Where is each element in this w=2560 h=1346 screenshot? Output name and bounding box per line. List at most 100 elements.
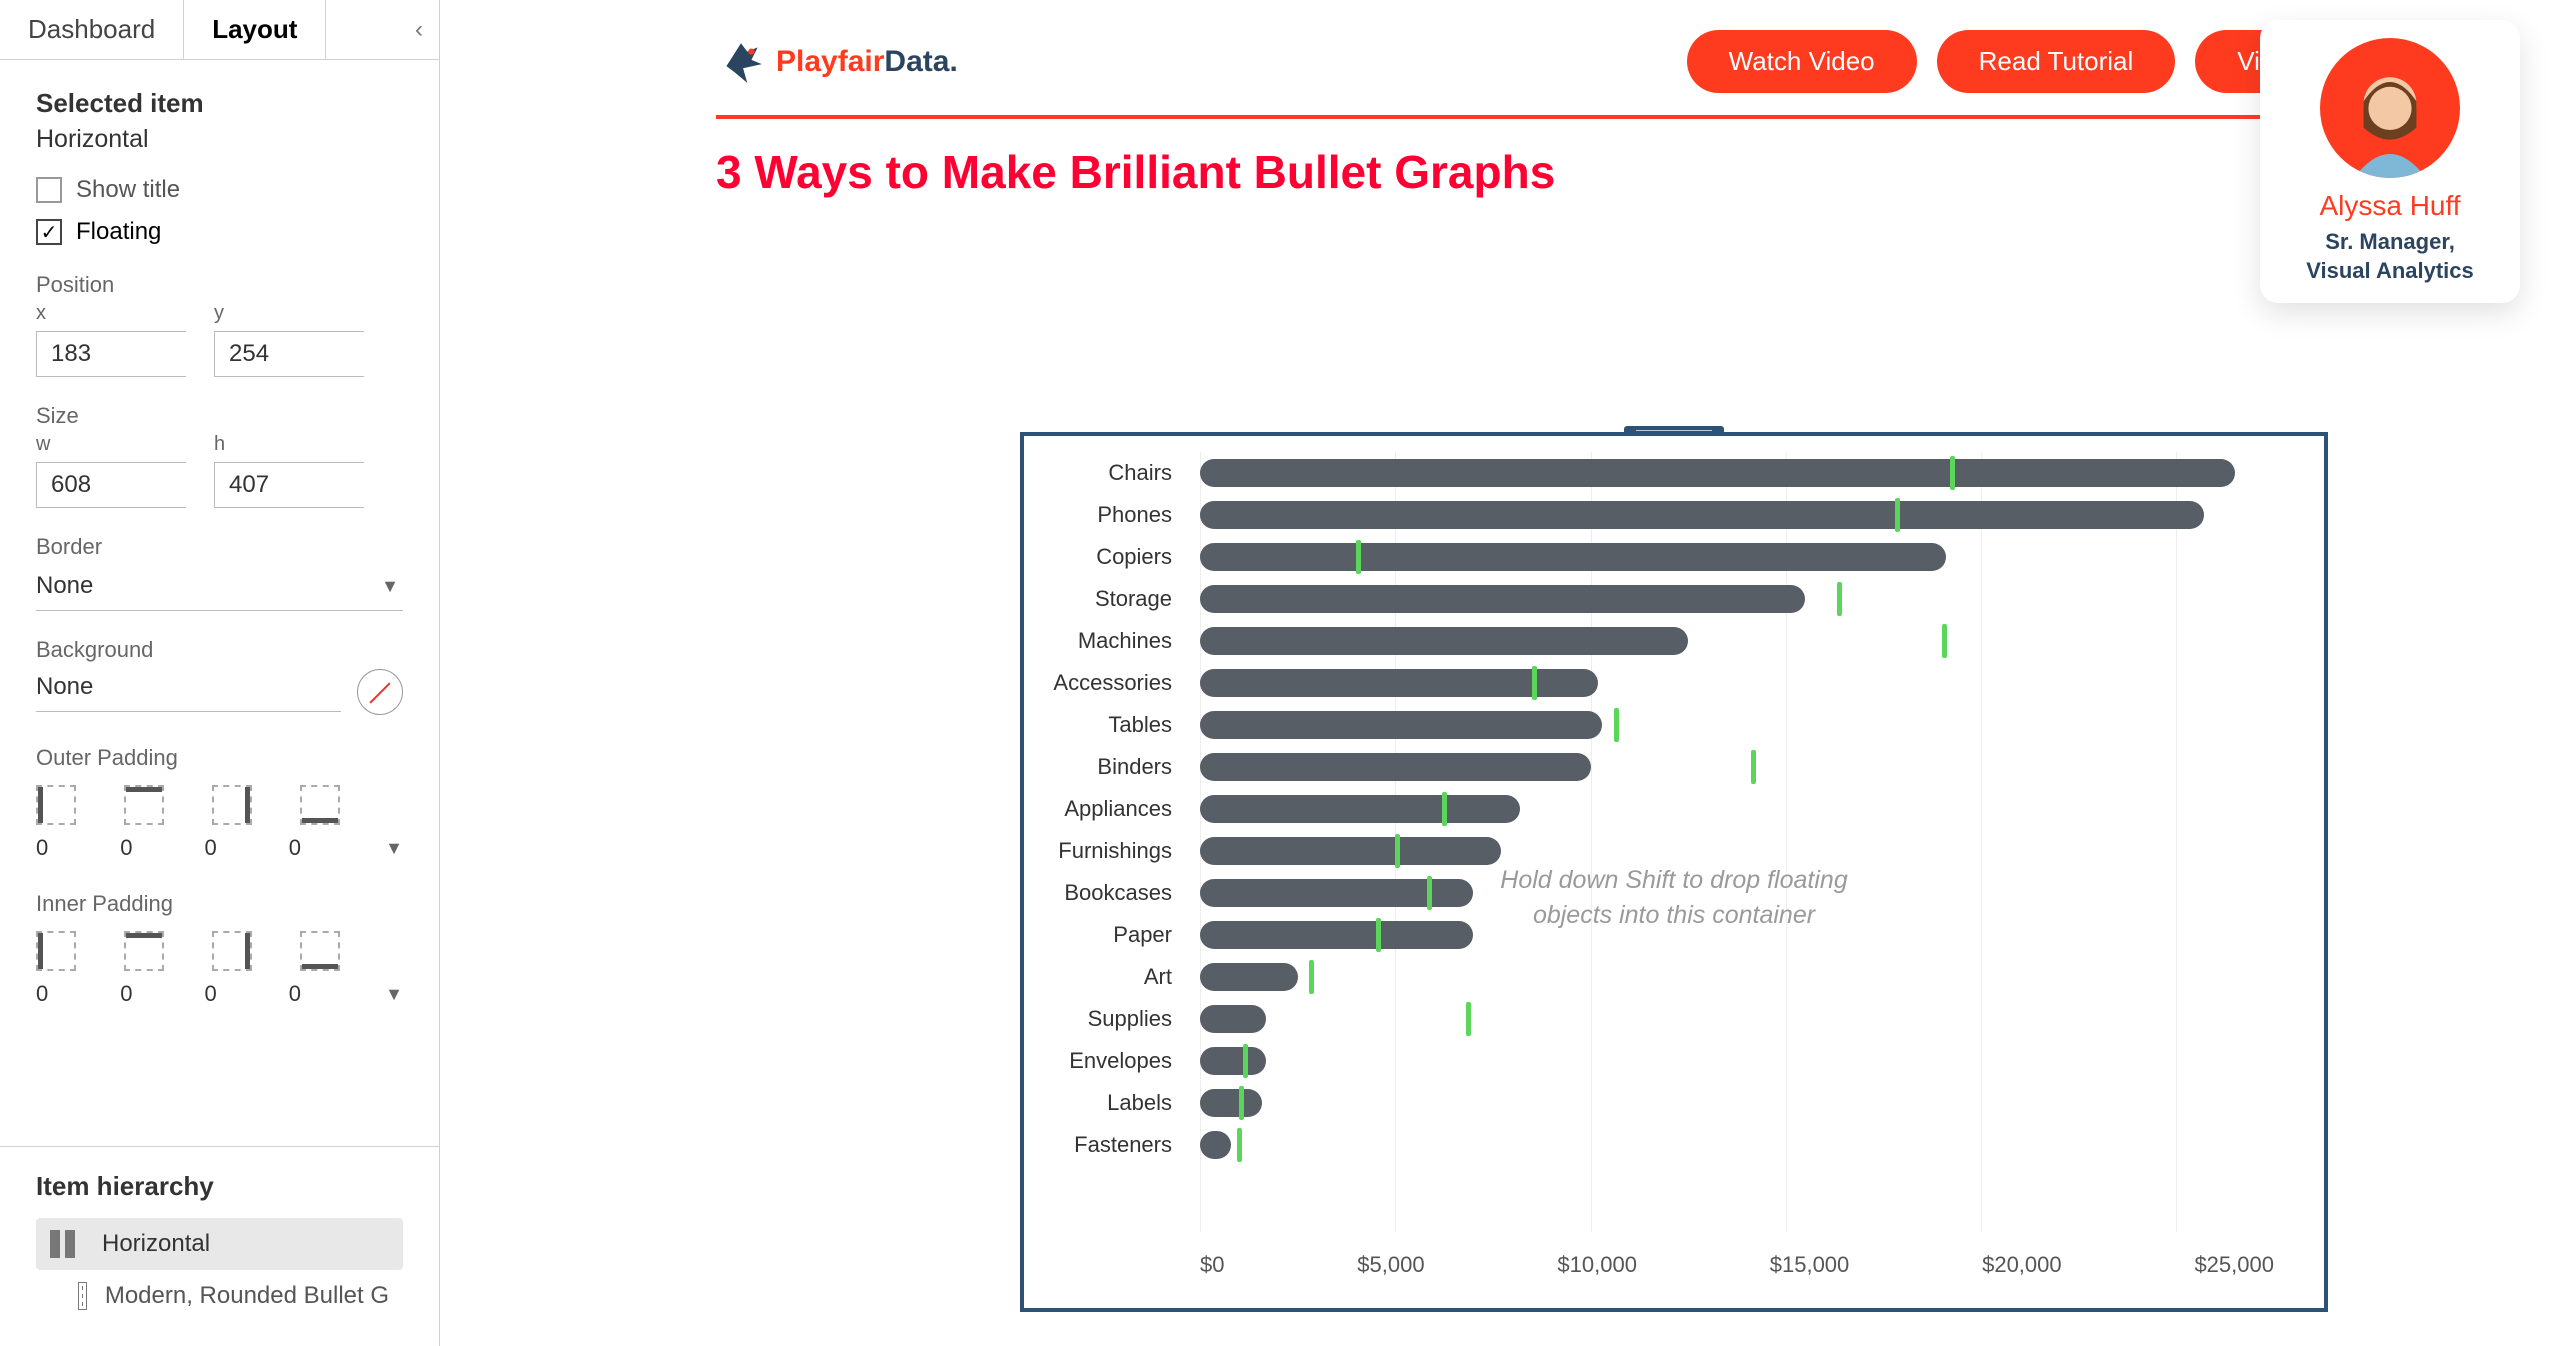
floating-container[interactable]: ✕ ▼ ChairsPhonesCopiersStorageMachinesAc… <box>1020 432 2328 1312</box>
target-marker <box>1243 1044 1248 1078</box>
chevron-down-icon: ▼ <box>381 576 399 597</box>
chart-row: Phones <box>1050 494 2274 536</box>
bar-track <box>1200 914 2274 956</box>
pad-top-icon[interactable] <box>124 785 164 825</box>
horizontal-container-icon <box>50 1230 84 1258</box>
actual-bar <box>1200 1005 1266 1033</box>
inner-padding-values[interactable]: 0 0 0 0 ▼ <box>36 981 403 1007</box>
category-label: Machines <box>1050 628 1200 654</box>
author-avatar <box>2320 38 2460 178</box>
target-marker <box>1751 750 1756 784</box>
target-marker <box>1309 960 1314 994</box>
hierarchy-item-label: Modern, Rounded Bullet G <box>105 1282 389 1310</box>
pad-val: 0 <box>289 981 301 1007</box>
pad-bottom-icon[interactable] <box>300 785 340 825</box>
pad-right-icon[interactable] <box>212 785 252 825</box>
chevron-down-icon: ▼ <box>385 838 403 859</box>
outer-padding-values[interactable]: 0 0 0 0 ▼ <box>36 835 403 861</box>
pad-left-icon[interactable] <box>36 785 76 825</box>
pad-top-icon[interactable] <box>124 931 164 971</box>
tab-dashboard[interactable]: Dashboard <box>0 0 184 60</box>
axis-tick: $0 <box>1200 1252 1224 1278</box>
worksheet-icon <box>78 1282 87 1310</box>
pad-left-icon[interactable] <box>36 931 76 971</box>
size-label: Size <box>36 403 403 429</box>
axis-tick: $5,000 <box>1357 1252 1424 1278</box>
actual-bar <box>1200 627 1688 655</box>
target-marker <box>1837 582 1842 616</box>
show-title-checkbox[interactable]: Show title <box>36 176 403 204</box>
floating-checkbox[interactable]: ✓ Floating <box>36 218 403 246</box>
category-label: Appliances <box>1050 796 1200 822</box>
axis-tick: $15,000 <box>1770 1252 1850 1278</box>
category-label: Chairs <box>1050 460 1200 486</box>
background-label: Background <box>36 637 403 663</box>
chart-row: Paper <box>1050 914 2274 956</box>
actual-bar <box>1200 921 1473 949</box>
outer-padding-label: Outer Padding <box>36 745 403 771</box>
bar-track <box>1200 788 2274 830</box>
pad-val: 0 <box>205 835 217 861</box>
category-label: Supplies <box>1050 1006 1200 1032</box>
watch-video-button[interactable]: Watch Video <box>1687 30 1917 93</box>
author-card: Alyssa Huff Sr. Manager,Visual Analytics <box>2260 20 2520 303</box>
chart-row: Appliances <box>1050 788 2274 830</box>
inner-padding-label: Inner Padding <box>36 891 403 917</box>
checkbox-icon: ✓ <box>36 219 62 245</box>
position-x-input[interactable]: ▲▼ <box>36 331 186 377</box>
target-marker <box>1237 1128 1242 1162</box>
border-label: Border <box>36 534 403 560</box>
pad-val: 0 <box>36 981 48 1007</box>
pad-bottom-icon[interactable] <box>300 931 340 971</box>
read-tutorial-button[interactable]: Read Tutorial <box>1937 30 2176 93</box>
actual-bar <box>1200 963 1298 991</box>
bar-track <box>1200 1040 2274 1082</box>
target-marker <box>1239 1086 1244 1120</box>
position-y-input[interactable]: ▲▼ <box>214 331 364 377</box>
border-dropdown[interactable]: None ▼ <box>36 564 403 611</box>
pad-right-icon[interactable] <box>212 931 252 971</box>
chart-row: Machines <box>1050 620 2274 662</box>
position-y-field[interactable] <box>215 332 439 376</box>
hierarchy-item-horizontal[interactable]: Horizontal <box>36 1218 403 1270</box>
category-label: Fasteners <box>1050 1132 1200 1158</box>
sidebar-tabs: Dashboard Layout ‹ <box>0 0 439 60</box>
pad-val: 0 <box>36 835 48 861</box>
actual-bar <box>1200 501 2204 529</box>
item-hierarchy-label: Item hierarchy <box>36 1171 403 1202</box>
target-marker <box>1895 498 1900 532</box>
background-color-swatch[interactable] <box>357 669 403 715</box>
actual-bar <box>1200 795 1520 823</box>
border-value: None <box>36 572 93 600</box>
category-label: Accessories <box>1050 670 1200 696</box>
bar-track <box>1200 1124 2274 1166</box>
actual-bar <box>1200 1047 1266 1075</box>
checkbox-icon <box>36 177 62 203</box>
chart-row: Bookcases <box>1050 872 2274 914</box>
position-label: Position <box>36 272 403 298</box>
axis-tick: $25,000 <box>2194 1252 2274 1278</box>
chart-row: Chairs <box>1050 452 2274 494</box>
chart-row: Copiers <box>1050 536 2274 578</box>
x-label: x <box>36 302 186 325</box>
chart-row: Labels <box>1050 1082 2274 1124</box>
bar-track <box>1200 494 2274 536</box>
actual-bar <box>1200 753 1591 781</box>
size-h-input[interactable]: ▲▼ <box>214 462 364 508</box>
actual-bar <box>1200 711 1602 739</box>
size-w-input[interactable]: ▲▼ <box>36 462 186 508</box>
hierarchy-item-label: Horizontal <box>102 1230 210 1258</box>
sidebar-collapse-icon[interactable]: ‹ <box>399 16 439 44</box>
category-label: Binders <box>1050 754 1200 780</box>
hierarchy-item-bullet[interactable]: Modern, Rounded Bullet G <box>36 1270 403 1322</box>
tab-layout[interactable]: Layout <box>184 0 326 60</box>
size-h-field[interactable] <box>215 463 439 507</box>
target-marker <box>1942 624 1947 658</box>
category-label: Storage <box>1050 586 1200 612</box>
background-value[interactable]: None <box>36 673 341 712</box>
target-marker <box>1950 456 1955 490</box>
chart-row: Fasteners <box>1050 1124 2274 1166</box>
dashboard-canvas[interactable]: PlayfairData. Watch Video Read Tutorial … <box>440 0 2560 1346</box>
bar-track <box>1200 452 2274 494</box>
dashboard-header: PlayfairData. Watch Video Read Tutorial … <box>530 0 2560 103</box>
